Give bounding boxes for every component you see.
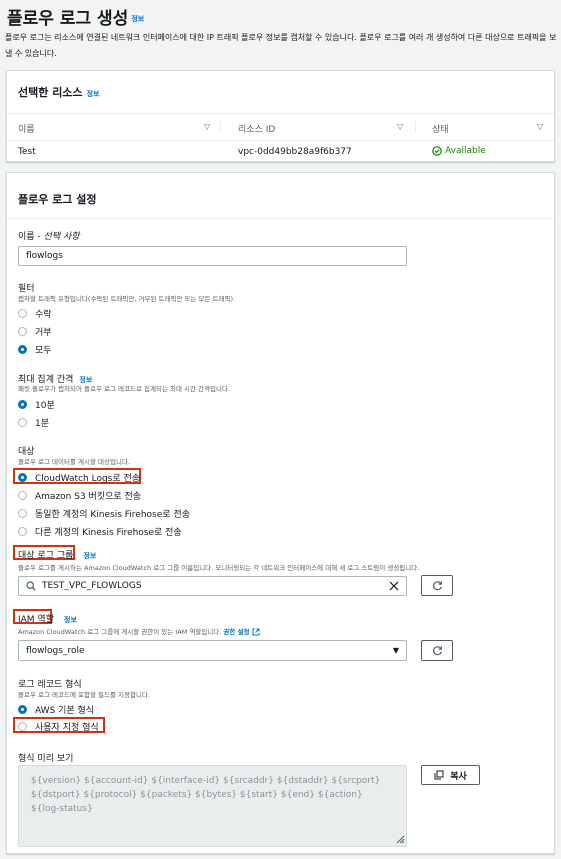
- divider: [7, 140, 554, 141]
- radio-all[interactable]: 모두: [18, 343, 52, 356]
- sort-icon[interactable]: ▽: [204, 122, 210, 131]
- resource-name: Test: [18, 147, 36, 157]
- sort-icon[interactable]: ▽: [537, 122, 543, 131]
- name-label: 이름 - 선택 사항: [18, 232, 80, 242]
- column-header-resource-id[interactable]: 리소스 ID: [238, 122, 275, 135]
- record-format-description: 플로우 로그 레코드에 포함할 필드를 지정합니다.: [18, 691, 150, 699]
- radio-icon: [18, 491, 27, 500]
- panel-title: 플로우 로그 설정: [18, 193, 97, 206]
- radio-icon: [18, 418, 27, 427]
- iam-role-description: Amazon CloudWatch 로그 그룹에 게시할 권한이 있는 IAM …: [18, 626, 260, 636]
- divider: [7, 218, 554, 219]
- filter-description: 캡처할 트래픽 유형입니다(수락된 트래픽만, 거부된 트래픽만 또는 모든 트…: [18, 295, 236, 303]
- divider: [7, 113, 554, 114]
- resize-handle-icon[interactable]: [396, 835, 405, 844]
- radio-interval-1[interactable]: 1분: [18, 416, 49, 429]
- radio-custom-format[interactable]: 사용자 지정 형식: [18, 720, 99, 733]
- name-input[interactable]: flowlogs: [18, 246, 407, 266]
- radio-icon: [18, 509, 27, 518]
- radio-reject[interactable]: 거부: [18, 325, 52, 338]
- status-badge: Available: [432, 146, 486, 156]
- format-preview-textarea: ${version} ${account-id} ${interface-id}…: [18, 765, 407, 847]
- radio-icon: [18, 309, 27, 318]
- radio-interval-10[interactable]: 10분: [18, 398, 55, 411]
- destination-description: 플로우 로그 데이터를 게시할 대상입니다.: [18, 458, 130, 466]
- radio-selected-icon: [18, 400, 27, 409]
- radio-selected-icon: [18, 705, 27, 714]
- radio-firehose-same[interactable]: 동일한 계정의 Kinesis Firehose로 전송: [18, 507, 190, 520]
- info-link[interactable]: 정보: [87, 90, 100, 98]
- radio-icon: [18, 327, 27, 336]
- column-header-status[interactable]: 상태: [432, 122, 449, 135]
- sort-icon[interactable]: ▽: [397, 122, 403, 131]
- column-separator: [415, 121, 416, 133]
- column-separator: [220, 121, 221, 133]
- copy-icon: [434, 770, 444, 780]
- search-icon: [26, 581, 36, 591]
- external-link-icon[interactable]: [252, 628, 260, 636]
- info-link[interactable]: 정보: [131, 15, 144, 23]
- panel-title: 선택한 리소스 정보: [18, 86, 100, 99]
- interval-description: 패킷 플로우가 캡처되어 플로우 로그 레코드로 집계되는 최대 시간 간격입니…: [18, 385, 231, 393]
- resource-id: vpc-0dd49bb28a9f6b377: [238, 147, 352, 157]
- refresh-icon: [432, 581, 442, 591]
- radio-selected-icon: [18, 345, 27, 354]
- radio-firehose-other[interactable]: 다른 계정의 Kinesis Firehose로 전송: [18, 525, 182, 538]
- radio-icon: [18, 722, 27, 731]
- refresh-icon: [432, 646, 442, 656]
- page-title: 플로우 로그 생성 정보: [7, 9, 145, 29]
- refresh-iam-role-button[interactable]: [421, 640, 453, 661]
- flow-log-settings-panel: 플로우 로그 설정 이름 - 선택 사항 flowlogs 필터 캡처할 트래픽…: [6, 172, 555, 854]
- copy-button[interactable]: 복사: [421, 765, 480, 785]
- selected-resources-panel: 선택한 리소스 정보 이름 ▽ 리소스 ID ▽ 상태 ▽ Test vpc-0d…: [6, 70, 555, 162]
- radio-icon: [18, 527, 27, 536]
- info-link[interactable]: 정보: [83, 552, 96, 560]
- radio-aws-default-format[interactable]: AWS 기본 형식: [18, 703, 94, 716]
- column-header-name[interactable]: 이름: [18, 122, 35, 135]
- log-group-input[interactable]: TEST_VPC_FLOWLOGS: [18, 576, 407, 596]
- preview-label: 형식 미리 보기: [18, 754, 74, 764]
- radio-cloudwatch[interactable]: CloudWatch Logs로 전송: [18, 471, 140, 484]
- page-description: 플로우 로그는 리소스에 연결된 네트워크 인터페이스에 대한 IP 트래픽 플…: [5, 33, 557, 58]
- set-permissions-link[interactable]: 권한 설정: [223, 628, 249, 636]
- iam-role-select[interactable]: flowlogs_role ▼: [18, 640, 407, 661]
- iam-role-label: IAM 역할 정보: [18, 615, 77, 625]
- info-link[interactable]: 정보: [64, 616, 77, 624]
- log-group-label: 대상 로그 그룹 정보: [18, 551, 97, 561]
- check-circle-icon: [432, 146, 442, 156]
- radio-s3[interactable]: Amazon S3 버킷으로 전송: [18, 489, 141, 502]
- refresh-log-group-button[interactable]: [421, 575, 453, 596]
- log-group-description: 플로우 로그를 게시하는 Amazon CloudWatch 로그 그룹 이름입…: [18, 564, 420, 572]
- radio-selected-icon: [18, 473, 27, 482]
- clear-icon[interactable]: [389, 581, 399, 591]
- caret-down-icon: ▼: [392, 646, 399, 655]
- radio-accept[interactable]: 수락: [18, 307, 52, 320]
